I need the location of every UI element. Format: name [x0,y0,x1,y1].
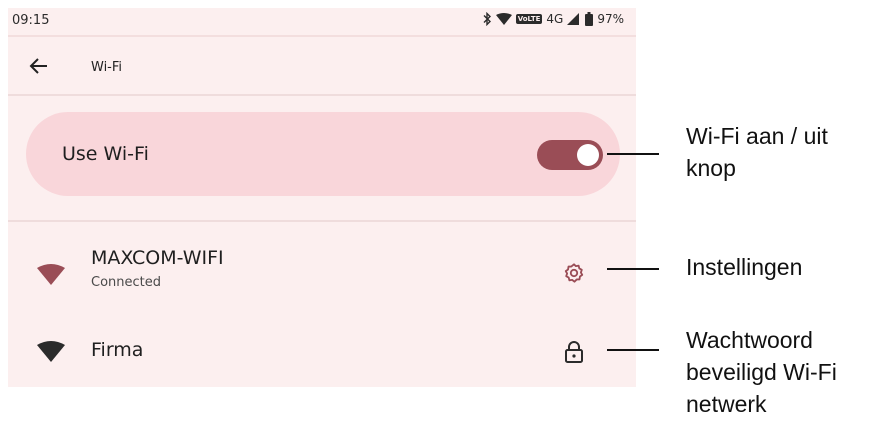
phone-screen: 09:15 VoLTE 4G 97% Wi-Fi Use Wi-Fi MAXCO… [8,8,636,387]
battery-percent: 97% [597,12,624,26]
secured-callout-line [607,349,659,351]
app-bar-divider [8,94,636,96]
network-row-maxcom[interactable]: MAXCOM-WIFI Connected [8,236,636,300]
list-divider [8,220,636,222]
switch-thumb [577,144,599,166]
toggle-callout-line [607,153,659,155]
lock-icon [565,341,583,363]
gear-icon [564,263,584,283]
status-divider [8,35,636,37]
network-status: Connected [91,275,162,290]
network-row-firma[interactable]: Firma [8,320,636,384]
network-name: MAXCOM-WIFI [91,247,224,269]
toggle-callout-text: Wi-Fi aan / uit knop [686,123,828,181]
wifi-icon [37,264,65,285]
volte-badge: VoLTE [515,14,543,24]
network-settings-button[interactable] [563,262,585,284]
battery-icon [585,12,594,26]
secured-callout-text: Wachtwoord beveiligd Wi-Fi netwerk [686,327,837,417]
wifi-toggle-switch[interactable] [537,140,603,170]
wifi-signal-icon [495,13,512,25]
use-wifi-label: Use Wi-Fi [62,143,149,165]
arrow-left-icon [29,58,47,74]
settings-callout-line [607,268,659,270]
network-name: Firma [91,339,144,361]
back-button[interactable] [28,55,50,77]
network-type: 4G [546,12,564,26]
bluetooth-icon [482,12,492,26]
cell-signal-icon [567,13,581,25]
page-title: Wi-Fi [91,60,123,75]
app-bar: Wi-Fi [8,38,636,94]
wifi-icon [37,341,65,362]
status-bar: 09:15 VoLTE 4G 97% [8,8,636,37]
settings-callout-text: Instellingen [686,254,803,280]
status-icons: VoLTE 4G 97% [482,12,624,26]
use-wifi-row[interactable]: Use Wi-Fi [26,112,620,196]
status-time: 09:15 [12,13,50,28]
